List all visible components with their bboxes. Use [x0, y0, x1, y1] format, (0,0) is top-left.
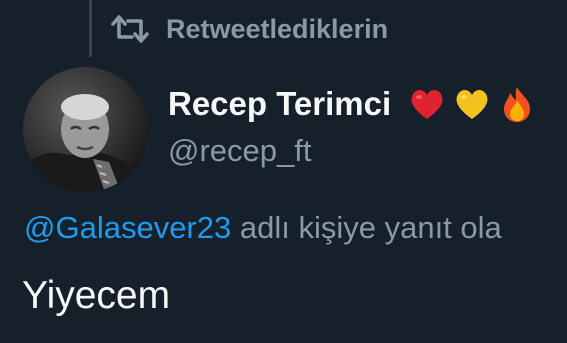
- user-handle[interactable]: @recep_ft: [168, 133, 311, 169]
- retweet-indicator[interactable]: Retweetlediklerin: [108, 9, 388, 49]
- reply-context-text: adlı kişiye yanıt ola: [231, 210, 502, 245]
- emoji-group: [407, 84, 537, 124]
- display-name[interactable]: Recep Terimci: [168, 85, 391, 123]
- yellow-heart-emoji: [456, 89, 488, 119]
- tweet-text: Yiyecem: [22, 274, 171, 317]
- red-heart-emoji: [411, 89, 443, 119]
- fire-emoji: [504, 87, 531, 122]
- thread-connector-line: [89, 0, 92, 57]
- retweet-icon: [111, 15, 149, 43]
- name-row[interactable]: Recep Terimci: [168, 84, 537, 124]
- reply-mention-link[interactable]: @Galasever23: [24, 210, 231, 245]
- retweet-label: Retweetlediklerin: [166, 13, 389, 44]
- reply-context: @Galasever23 adlı kişiye yanıt ola: [24, 210, 502, 246]
- avatar[interactable]: [23, 67, 148, 192]
- tweet-card: Retweetlediklerin Recep Terimci @recep_f…: [0, 0, 567, 343]
